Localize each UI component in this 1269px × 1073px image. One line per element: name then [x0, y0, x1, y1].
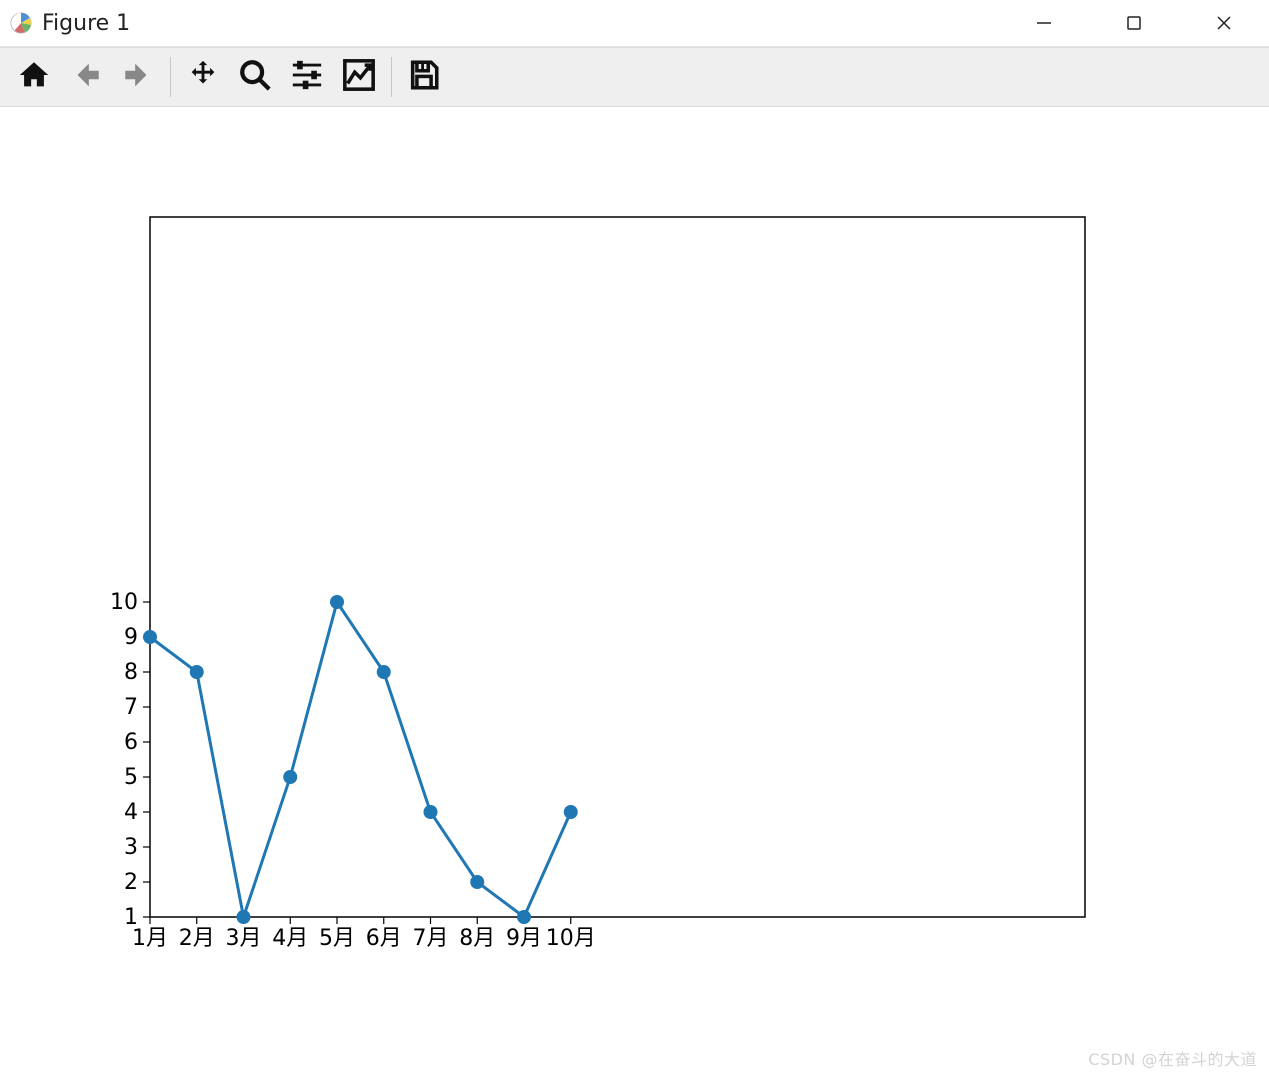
data-marker: [283, 770, 297, 784]
home-button[interactable]: [10, 53, 58, 101]
forward-button[interactable]: [114, 53, 162, 101]
y-tick-label: 5: [124, 765, 138, 790]
x-tick-label: 1月: [132, 926, 168, 951]
y-tick-label: 7: [124, 695, 138, 720]
back-button[interactable]: [62, 53, 110, 101]
data-marker: [143, 630, 157, 644]
y-tick-label: 2: [124, 870, 138, 895]
x-tick-label: 3月: [226, 926, 262, 951]
data-line: [150, 602, 571, 917]
x-tick-label: 5月: [319, 926, 355, 951]
x-tick-label: 7月: [413, 926, 449, 951]
x-tick-label: 4月: [272, 926, 308, 951]
data-marker: [424, 805, 438, 819]
data-marker: [330, 595, 344, 609]
window-title: Figure 1: [42, 11, 130, 36]
axes-spines: [150, 217, 1085, 917]
save-button[interactable]: [400, 53, 448, 101]
y-tick-label: 3: [124, 835, 138, 860]
move-icon: [186, 58, 220, 96]
minimize-button[interactable]: [999, 0, 1089, 46]
window-controls: [999, 0, 1269, 46]
matplotlib-toolbar: [0, 47, 1269, 107]
edit-axis-button[interactable]: [335, 53, 383, 101]
x-tick-label: 8月: [459, 926, 495, 951]
data-marker: [377, 665, 391, 679]
figure-canvas[interactable]: 123456789101月2月3月4月5月6月7月8月9月10月 CSDN @在…: [0, 107, 1269, 1073]
line-chart: 123456789101月2月3月4月5月6月7月8月9月10月: [0, 107, 1269, 1073]
home-icon: [17, 58, 51, 96]
titlebar: Figure 1: [0, 0, 1269, 47]
y-tick-label: 10: [110, 590, 138, 615]
pan-button[interactable]: [179, 53, 227, 101]
data-marker: [237, 910, 251, 924]
matplotlib-app-icon: [10, 12, 32, 34]
toolbar-separator: [391, 57, 392, 97]
y-tick-label: 8: [124, 660, 138, 685]
arrow-left-icon: [69, 58, 103, 96]
data-marker: [470, 875, 484, 889]
zoom-button[interactable]: [231, 53, 279, 101]
save-icon: [407, 58, 441, 96]
y-tick-label: 4: [124, 800, 138, 825]
configure-subplots-button[interactable]: [283, 53, 331, 101]
data-marker: [564, 805, 578, 819]
close-button[interactable]: [1179, 0, 1269, 46]
data-marker: [517, 910, 531, 924]
y-tick-label: 9: [124, 625, 138, 650]
sliders-icon: [290, 58, 324, 96]
data-marker: [190, 665, 204, 679]
arrow-right-icon: [121, 58, 155, 96]
chart-line-icon: [342, 58, 376, 96]
toolbar-separator: [170, 57, 171, 97]
x-tick-label: 2月: [179, 926, 215, 951]
x-tick-label: 9月: [506, 926, 542, 951]
zoom-icon: [238, 58, 272, 96]
maximize-button[interactable]: [1089, 0, 1179, 46]
x-tick-label: 6月: [366, 926, 402, 951]
x-tick-label: 10月: [546, 926, 596, 951]
y-tick-label: 6: [124, 730, 138, 755]
